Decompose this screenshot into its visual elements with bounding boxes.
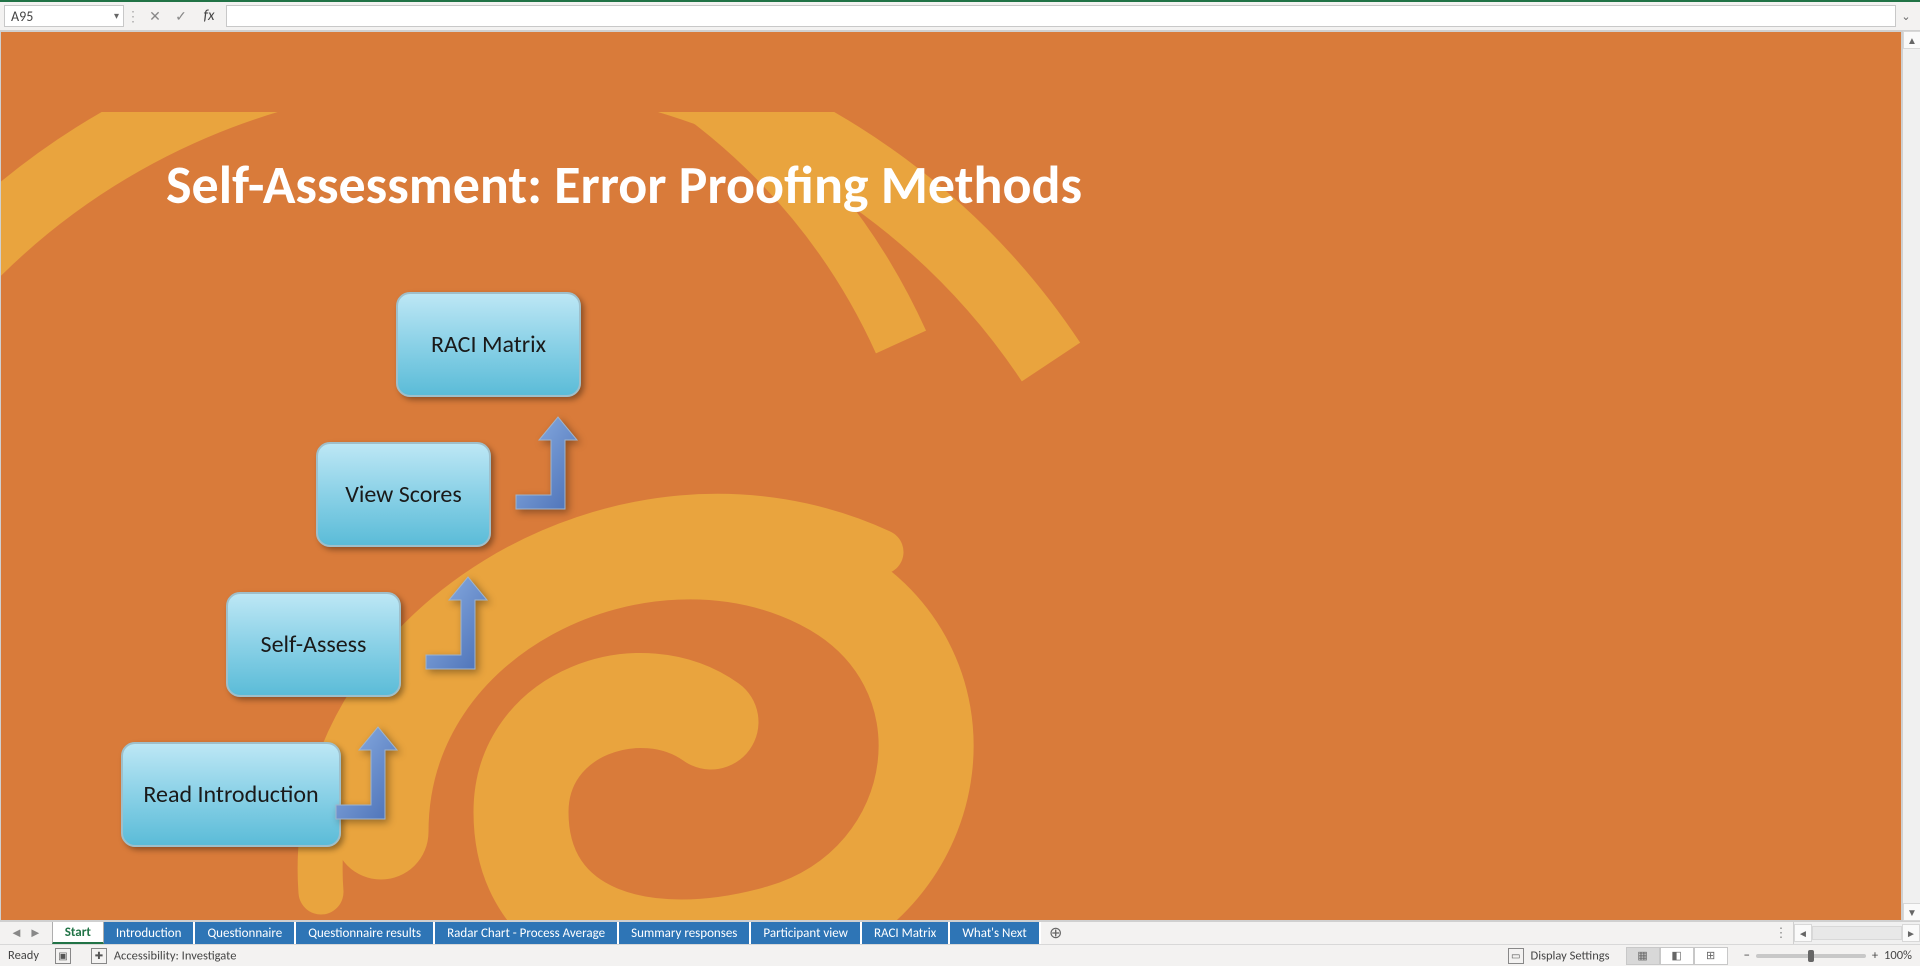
tab-radar-chart[interactable]: Radar Chart - Process Average	[435, 922, 619, 944]
page-break-view-button[interactable]: ⊞	[1694, 947, 1728, 965]
divider: ⋮	[124, 8, 142, 25]
horizontal-scrollbar[interactable]: ◄ ►	[1793, 922, 1920, 944]
tab-start[interactable]: Start	[52, 922, 104, 944]
tab-questionnaire[interactable]: Questionnaire	[195, 922, 296, 944]
tab-participant-view[interactable]: Participant view	[751, 922, 862, 944]
step-label: Read Introduction	[143, 781, 318, 809]
normal-view-button[interactable]: ▦	[1626, 947, 1660, 965]
step-read-introduction-button[interactable]: Read Introduction	[121, 742, 341, 847]
tab-summary-responses[interactable]: Summary responses	[619, 922, 751, 944]
tab-raci-matrix[interactable]: RACI Matrix	[862, 922, 950, 944]
bent-arrow-icon	[511, 415, 586, 515]
tab-label: Questionnaire results	[308, 926, 421, 941]
zoom-in-button[interactable]: +	[1872, 948, 1878, 963]
close-icon: ✕	[149, 8, 161, 25]
view-buttons: ▦ ◧ ⊞	[1626, 947, 1728, 965]
macro-record-icon[interactable]: ▣	[55, 948, 71, 964]
name-box-value: A95	[11, 8, 33, 25]
check-icon: ✓	[175, 8, 187, 25]
step-label: RACI Matrix	[431, 331, 546, 359]
triangle-right-icon: ►	[1906, 927, 1916, 940]
tab-nav: ◄ ►	[0, 922, 52, 944]
tab-label: RACI Matrix	[874, 926, 936, 941]
chevron-down-icon: ⌄	[1901, 10, 1910, 23]
accessibility-icon: ✚	[91, 948, 107, 964]
triangle-up-icon: ▲	[1907, 34, 1917, 47]
status-ready: Ready	[8, 948, 39, 963]
scroll-track[interactable]	[1812, 926, 1902, 940]
dots-icon: ⋮	[1775, 926, 1788, 941]
formula-input[interactable]	[226, 5, 1896, 27]
grid-icon: ▦	[1637, 949, 1647, 962]
plus-circle-icon: ⊕	[1049, 923, 1062, 943]
name-box[interactable]: A95 ▾	[4, 5, 124, 27]
page-icon: ◧	[1671, 949, 1681, 962]
display-settings-label: Display Settings	[1531, 948, 1610, 963]
step-view-scores-button[interactable]: View Scores	[316, 442, 491, 547]
step-label: Self-Assess	[261, 631, 367, 659]
tab-label: Questionnaire	[207, 926, 282, 941]
tab-questionnaire-results[interactable]: Questionnaire results	[296, 922, 435, 944]
scroll-right-button[interactable]: ►	[1902, 924, 1920, 942]
status-bar: Ready ▣ ✚ Accessibility: Investigate ▭ D…	[0, 944, 1920, 966]
tab-label: Start	[65, 925, 91, 940]
chevron-down-icon[interactable]: ▾	[114, 9, 119, 22]
zoom-slider[interactable]	[1756, 954, 1866, 958]
step-self-assess-button[interactable]: Self-Assess	[226, 592, 401, 697]
tab-options-button[interactable]: ⋮	[1769, 922, 1793, 944]
zoom-out-button[interactable]: −	[1744, 948, 1750, 963]
break-icon: ⊞	[1706, 949, 1715, 962]
expand-formula-bar-button[interactable]: ⌄	[1896, 10, 1916, 23]
triangle-left-icon: ◄	[1798, 927, 1808, 940]
scroll-up-button[interactable]: ▲	[1903, 31, 1920, 49]
monitor-icon: ▭	[1508, 948, 1524, 964]
zoom-slider-thumb[interactable]	[1808, 950, 1814, 962]
insert-function-button[interactable]: fx	[194, 5, 224, 27]
display-settings-button[interactable]: ▭ Display Settings	[1508, 948, 1610, 964]
fx-icon: fx	[203, 7, 214, 25]
bent-arrow-icon	[331, 725, 406, 825]
new-sheet-button[interactable]: ⊕	[1041, 922, 1071, 944]
accessibility-label: Accessibility: Investigate	[114, 948, 237, 963]
page-title: Self-Assessment: Error Proofing Methods	[166, 152, 1082, 218]
tab-whats-next[interactable]: What's Next	[950, 922, 1040, 944]
worksheet-canvas[interactable]: Self-Assessment: Error Proofing Methods …	[0, 31, 1902, 921]
step-label: View Scores	[345, 481, 462, 509]
zoom-percent[interactable]: 100%	[1884, 948, 1912, 963]
bent-arrow-icon	[421, 575, 496, 675]
enter-button[interactable]: ✓	[168, 5, 194, 27]
vertical-scrollbar[interactable]: ▲ ▼	[1902, 31, 1920, 921]
tab-label: Participant view	[763, 926, 848, 941]
tab-introduction[interactable]: Introduction	[104, 922, 196, 944]
sheet-tabs: Start Introduction Questionnaire Questio…	[52, 922, 1041, 944]
zoom-control: − + 100%	[1744, 948, 1912, 963]
worksheet-area: Self-Assessment: Error Proofing Methods …	[0, 31, 1920, 921]
sheet-tab-strip: ◄ ► Start Introduction Questionnaire Que…	[0, 921, 1920, 944]
formula-bar: A95 ▾ ⋮ ✕ ✓ fx ⌄	[0, 2, 1920, 31]
step-raci-matrix-button[interactable]: RACI Matrix	[396, 292, 581, 397]
cancel-button[interactable]: ✕	[142, 5, 168, 27]
tab-label: Radar Chart - Process Average	[447, 926, 605, 941]
tab-label: Introduction	[116, 926, 182, 941]
triangle-down-icon: ▼	[1907, 906, 1917, 919]
accessibility-status[interactable]: ✚ Accessibility: Investigate	[91, 948, 236, 964]
page-layout-view-button[interactable]: ◧	[1660, 947, 1694, 965]
tab-label: Summary responses	[631, 926, 737, 941]
scroll-left-button[interactable]: ◄	[1794, 924, 1812, 942]
spacer	[1071, 922, 1769, 944]
tab-label: What's Next	[962, 926, 1026, 941]
tab-nav-prev-button[interactable]: ◄	[10, 925, 23, 941]
scroll-down-button[interactable]: ▼	[1903, 903, 1920, 921]
tab-nav-next-button[interactable]: ►	[29, 925, 42, 941]
